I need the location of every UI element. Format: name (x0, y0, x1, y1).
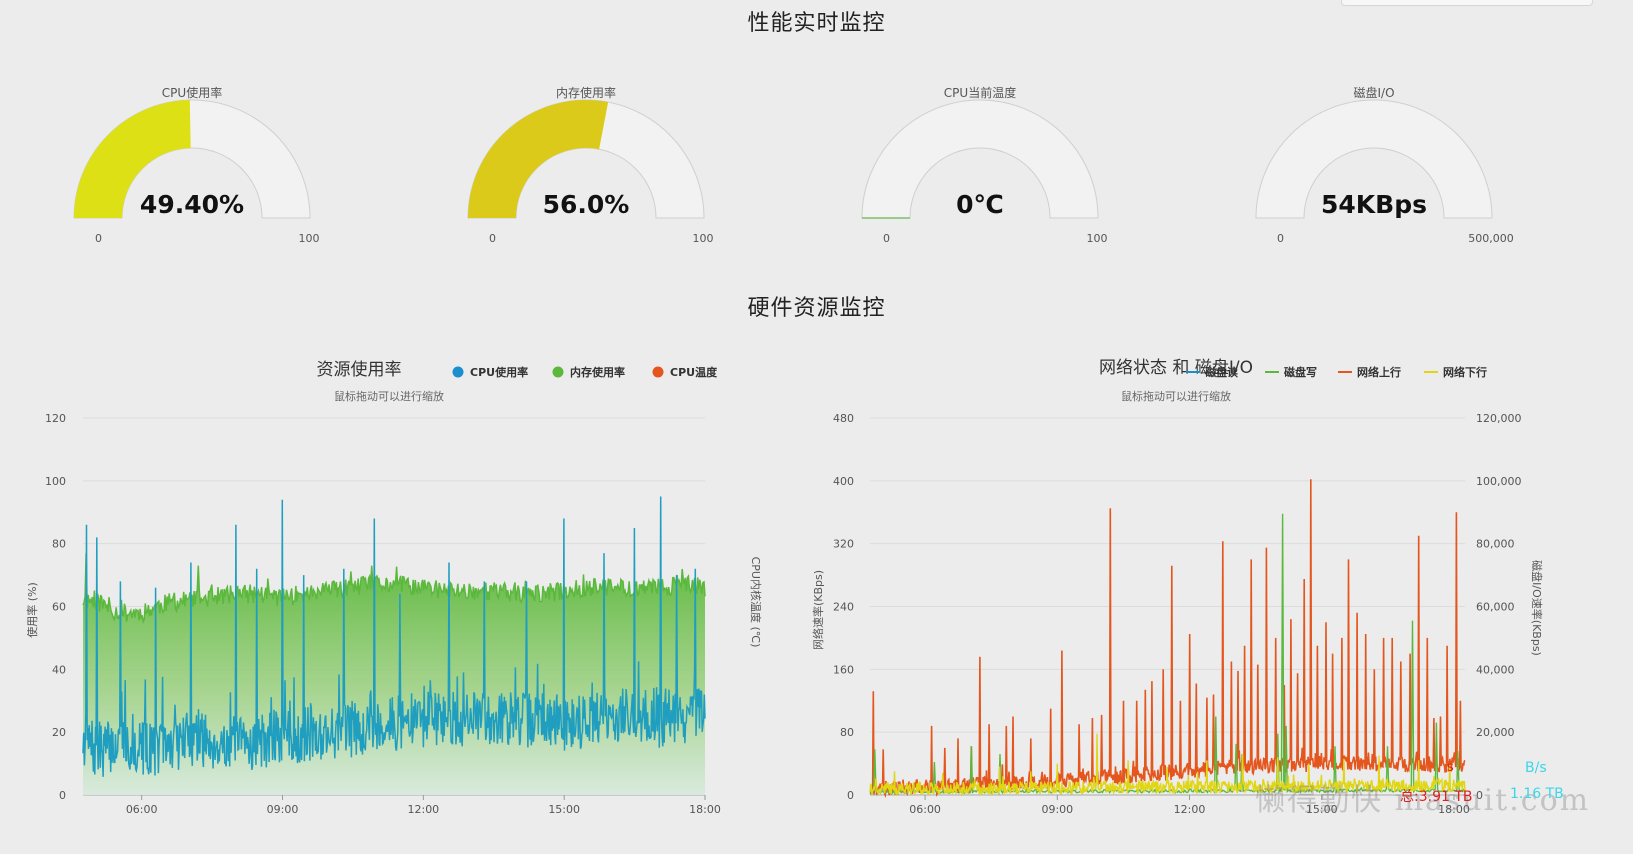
chart1-subtitle: 鼠标拖动可以进行缩放 (334, 389, 444, 403)
chart2-y2tick-label: 60,000 (1476, 601, 1515, 614)
chart1-ytick-label: 100 (45, 475, 66, 488)
chart2-xtick-label: 12:00 (1174, 803, 1206, 816)
corner-total2: 1.16 TB (1510, 786, 1564, 802)
corner-rate: B/s (1525, 760, 1547, 776)
chart2-y2tick-label: 40,000 (1476, 663, 1515, 676)
series-net-up-line (869, 479, 1466, 799)
gauge-max-label: 100 (692, 232, 714, 245)
gauge-min-label: 0 (1277, 232, 1284, 245)
chart1-legend-marker (652, 366, 664, 378)
chart1-svg: 0 20 40 60 80 100 120 06:00 09:00 12:00 15:00 18:00… (25, 359, 763, 816)
chart2-xtick-label: 09:00 (1041, 803, 1073, 816)
chart1-ytick-label: 120 (45, 412, 66, 425)
chart1-ytick-label: 20 (52, 726, 66, 739)
gauge-0: CPU使用率 49.40% 0 100 (42, 80, 342, 255)
gauge-3: 磁盘I/O 54KBps 0 500,000 (1224, 80, 1524, 255)
chart2-legend-label: 网络下行 (1443, 365, 1487, 379)
chart1-y2label: CPU内核温度 (℃) (749, 557, 763, 648)
chart1-xtick-label: 15:00 (548, 803, 580, 816)
chart2-y2tick-label: 80,000 (1476, 538, 1515, 551)
chart2-ytick-label: 400 (833, 475, 854, 488)
series-disk-write-line (869, 513, 1466, 796)
gauge-value: 0℃ (956, 190, 1004, 219)
chart2-y2tick-label: 100,000 (1476, 475, 1522, 488)
gauge-arc (1255, 99, 1493, 219)
chart1-xtick-label: 06:00 (126, 803, 158, 816)
realtime-section-title: 性能实时监控 (747, 11, 886, 36)
chart1-ytick-label: 80 (52, 538, 66, 551)
gauge-2: CPU当前温度 0℃ 0 100 (830, 80, 1130, 255)
chart2-legend-label: 网络上行 (1357, 365, 1401, 379)
gauge-arc (467, 99, 705, 219)
hardware-section-title: 硬件资源监控 (747, 296, 886, 321)
chart2-ytick-label: 0 (847, 789, 854, 802)
gauge-1: 内存使用率 56.0% 0 100 (436, 80, 736, 255)
chart2-xtick-label: 06:00 (909, 803, 941, 816)
chart1-ytick-label: 40 (52, 663, 66, 676)
chart1-ytick-label: 60 (52, 601, 66, 614)
corner-total: 总:3.91 TB (1400, 789, 1473, 805)
gauge-max-label: 100 (298, 232, 320, 245)
gauge-value: 49.40% (139, 190, 245, 219)
chart1-legend-marker (452, 366, 464, 378)
gauge-arc (861, 99, 1099, 219)
gauge-max-label: 100 (1086, 232, 1108, 245)
chart2-ytick-label: 480 (833, 412, 854, 425)
chart2-ytick-label: 320 (833, 538, 854, 551)
chart1-legend-label: CPU使用率 (470, 365, 528, 379)
chart2-ytick-label: 240 (833, 601, 854, 614)
chart2-ytick-label: 160 (833, 663, 854, 676)
chart2-y2label: 磁盘I/O速率(KBps) (1530, 560, 1544, 656)
gauge-min-label: 0 (489, 232, 496, 245)
chart1-xtick-label: 18:00 (689, 803, 721, 816)
chart1-xtick-label: 12:00 (407, 803, 439, 816)
gauge-min-label: 0 (883, 232, 890, 245)
chart1-legend-marker (552, 366, 564, 378)
gauge-min-label: 0 (95, 232, 102, 245)
gauge-max-label: 500,000 (1468, 232, 1514, 245)
resource-usage-chart[interactable]: 0 20 40 60 80 100 120 06:00 09:00 12:00 15:00 18:00… (0, 340, 790, 854)
chart2-legend-label: 磁盘读 (1205, 365, 1238, 379)
chart2-legend-label: 磁盘写 (1284, 365, 1317, 379)
chart2-y2tick-label: 20,000 (1476, 726, 1515, 739)
chart1-title: 资源使用率 (317, 359, 402, 380)
chart2-subtitle: 鼠标拖动可以进行缩放 (1121, 389, 1231, 403)
chart2-ytick-label: 80 (840, 726, 854, 739)
gauge-value: 56.0% (542, 190, 630, 219)
chart1-ytick-label: 0 (59, 789, 66, 802)
chart1-ylabel: 使用率 (%) (25, 582, 39, 638)
corner-s-letter: s (1447, 760, 1454, 775)
chart1-xtick-label: 09:00 (267, 803, 299, 816)
chart1-legend-label: 内存使用率 (570, 365, 625, 379)
gauge-arc (73, 99, 311, 219)
chart2-ylabel: 网络速率(KBps) (811, 570, 825, 650)
chart2-y2tick-label: 120,000 (1476, 412, 1522, 425)
chart1-legend-label: CPU温度 (670, 365, 718, 379)
gauge-value: 54KBps (1321, 190, 1427, 219)
